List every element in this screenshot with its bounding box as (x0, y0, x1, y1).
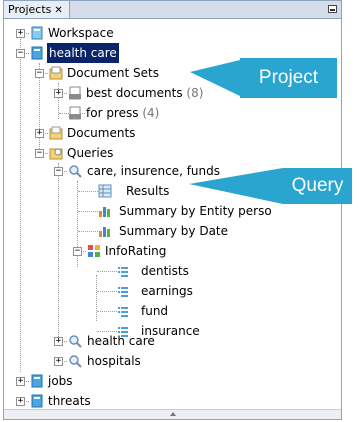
tree-label: InfoRating (105, 244, 167, 258)
expand-icon[interactable]: + (35, 129, 44, 138)
tree-label: hospitals (87, 354, 141, 368)
search-icon (69, 165, 82, 178)
query-callout-pointer (189, 168, 283, 204)
info-rating-icon (88, 245, 100, 257)
tree-label-text: best documents (86, 86, 183, 100)
tree-item-dentists[interactable]: dentists (4, 261, 304, 281)
search-icon (69, 335, 82, 348)
project-callout: Project (240, 58, 337, 98)
document-set-icon (69, 86, 81, 100)
tab-projects[interactable]: Projects ✕ (4, 1, 70, 18)
tree-item-query-hospitals[interactable]: + hospitals (4, 351, 304, 371)
tree-label: Summary by Entity perso (119, 204, 272, 218)
tree-item-summary-date[interactable]: Summary by Date (4, 221, 304, 241)
tree-item-inforating[interactable]: − InfoRating (4, 241, 304, 261)
tree-item-summary-entity[interactable]: Summary by Entity perso (4, 201, 304, 221)
horizontal-scrollbar[interactable] (4, 409, 341, 419)
tree-label: jobs (48, 374, 73, 388)
close-icon[interactable]: ✕ (54, 5, 62, 16)
tree-label: Summary by Date (119, 224, 229, 238)
search-icon (69, 355, 82, 368)
project-book-icon (31, 394, 43, 408)
tree-item-documents[interactable]: + Documents (4, 123, 304, 143)
document-set-icon (69, 106, 81, 120)
scroll-up-arrow-icon[interactable] (169, 412, 176, 416)
tab-projects-label: Projects (8, 3, 52, 16)
bar-chart-icon (99, 227, 110, 237)
tree-item-query-health-care[interactable]: + health care (4, 331, 304, 351)
tree-label: Results (126, 184, 170, 198)
expand-icon[interactable]: + (16, 397, 25, 406)
collapse-icon[interactable]: − (35, 149, 44, 158)
panel-tabbar: Projects ✕ (4, 1, 341, 19)
tree-label: fund (141, 304, 169, 318)
folder-icon (49, 126, 63, 140)
folder-icon (49, 148, 63, 160)
collapse-icon[interactable]: − (54, 167, 63, 176)
tree-label-text: for press (86, 106, 139, 120)
tree-item-threats[interactable]: + threats (4, 391, 304, 411)
project-book-icon (31, 46, 43, 60)
tree-item-jobs[interactable]: + jobs (4, 371, 304, 391)
expand-icon[interactable]: + (54, 357, 63, 366)
tree-label: earnings (141, 284, 193, 298)
expand-icon[interactable]: + (16, 377, 25, 386)
rating-item-icon (118, 287, 128, 297)
tree-label: Queries (67, 146, 114, 160)
project-book-icon (31, 26, 43, 40)
collapse-icon[interactable]: − (73, 247, 82, 256)
collapse-icon[interactable]: − (35, 69, 44, 78)
expand-icon[interactable]: + (54, 89, 63, 98)
tree-item-fund[interactable]: fund (4, 301, 304, 321)
expand-icon[interactable]: + (16, 29, 25, 38)
tree-label: health care (47, 43, 119, 63)
project-book-icon (31, 374, 43, 388)
query-callout: Query (283, 168, 352, 204)
tree-item-for-press[interactable]: for press (4) (4, 103, 304, 123)
folder-icon (49, 66, 63, 80)
rating-item-icon (118, 307, 128, 317)
tree-label: for press (4) (86, 103, 159, 123)
tree-label: Document Sets (67, 66, 159, 80)
tree-item-earnings[interactable]: earnings (4, 281, 304, 301)
expand-icon[interactable]: + (54, 337, 63, 346)
tree-label: threats (48, 394, 91, 408)
tree-label: Workspace (48, 26, 114, 40)
collapse-icon[interactable]: − (16, 49, 25, 58)
tree-item-workspace[interactable]: + Workspace (4, 23, 304, 43)
project-callout-pointer (190, 60, 240, 96)
minimize-button[interactable] (328, 5, 337, 13)
table-icon (98, 184, 112, 198)
rating-item-icon (118, 267, 128, 277)
tree-label: Documents (67, 126, 136, 140)
document-count: (4) (142, 106, 160, 120)
tree-label: health care (87, 334, 155, 348)
bar-chart-icon (99, 207, 110, 217)
tree-label: dentists (141, 264, 189, 278)
tree-item-queries[interactable]: − Queries (4, 143, 304, 163)
